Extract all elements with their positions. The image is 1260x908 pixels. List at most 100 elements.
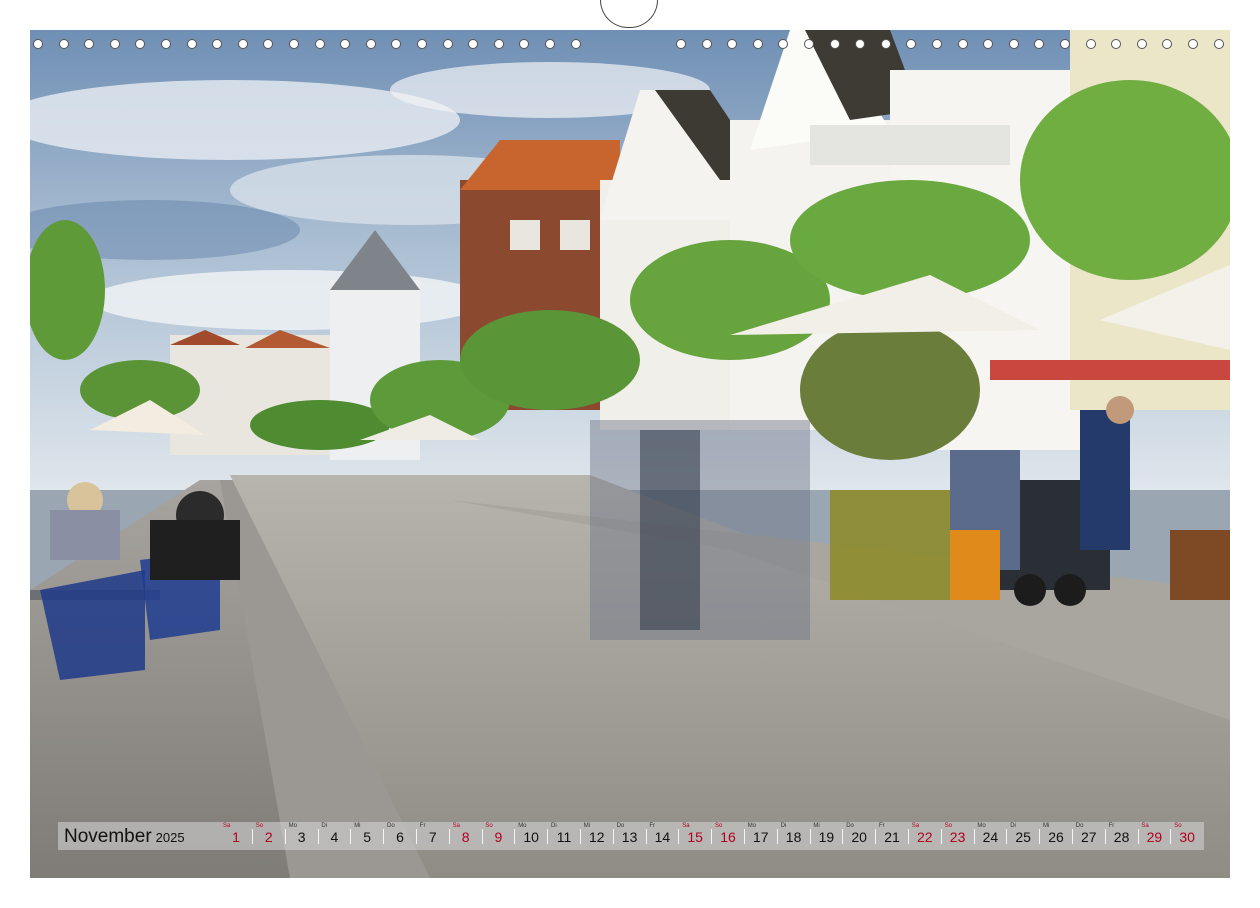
day-number: 19	[818, 829, 835, 845]
binding-hole	[752, 39, 763, 49]
binding-hole	[33, 39, 43, 49]
day-number: 17	[753, 829, 769, 845]
day-number: 11	[556, 829, 572, 845]
day-cell: So 23	[943, 822, 975, 850]
day-cell: Fr 21	[877, 822, 909, 850]
day-number: 12	[589, 829, 605, 845]
day-number: 16	[720, 829, 736, 845]
binding-hole	[570, 39, 581, 49]
day-cell: Sa 1	[221, 822, 253, 850]
binding-hole	[932, 39, 942, 49]
day-number: 29	[1146, 829, 1163, 845]
day-number: 27	[1081, 829, 1097, 845]
binding-hole	[1111, 39, 1122, 49]
day-number: 24	[982, 829, 999, 845]
day-number: 6	[396, 829, 404, 845]
day-number: 5	[363, 829, 372, 845]
day-number: 21	[884, 829, 900, 845]
binding-hole	[829, 39, 840, 49]
binding-hole	[727, 39, 738, 49]
day-number: 3	[297, 829, 306, 845]
day-cell: Mi 26	[1041, 822, 1073, 850]
day-cell: Mo 17	[746, 822, 778, 850]
year-label: 2025	[155, 830, 185, 845]
binding-hole	[493, 39, 504, 49]
binding-hole	[442, 39, 453, 49]
binding-hole	[1008, 39, 1019, 49]
day-cell: Do 13	[615, 822, 647, 850]
binding-hole	[263, 39, 274, 49]
binding-hole	[58, 39, 69, 49]
day-cell: Fr 7	[418, 822, 450, 850]
day-number: 23	[949, 829, 966, 845]
binding-hole	[237, 39, 248, 49]
binding-hole	[957, 39, 968, 49]
day-cell: Sa 22	[910, 822, 942, 850]
day-cell: Fr 14	[647, 822, 680, 850]
day-number: 30	[1179, 829, 1195, 845]
day-number: 22	[917, 829, 933, 845]
calendar-bar: November 2025 Sa 1 So 2 Mo 3 Di 4 Mi 5 Do 6 Fr 7 Sa 8 So 9…	[58, 822, 1204, 850]
binding-holes	[0, 32, 1260, 56]
day-number: 4	[330, 829, 339, 845]
binding-hole	[701, 39, 712, 49]
day-number: 2	[264, 829, 273, 845]
binding-hole	[212, 39, 223, 49]
binding-hole	[545, 39, 555, 49]
binding-hole	[778, 39, 789, 49]
day-cell: Do 20	[844, 822, 877, 850]
day-cell: So 30	[1172, 822, 1204, 850]
day-number: 9	[494, 829, 503, 845]
day-number: 7	[428, 829, 437, 845]
day-cell: Fr 28	[1107, 822, 1139, 850]
calendar-page: November 2025 Sa 1 So 2 Mo 3 Di 4 Mi 5 Do 6 Fr 7 Sa 8 So 9…	[0, 0, 1260, 908]
day-cell: Sa 15	[680, 822, 713, 850]
binding-hole	[1085, 39, 1096, 49]
promenade-photo	[30, 30, 1230, 878]
binding-hole	[186, 39, 197, 49]
day-number: 14	[654, 829, 671, 845]
day-cell: Mi 19	[811, 822, 844, 850]
day-cell: Sa 8	[451, 822, 483, 850]
day-number: 18	[785, 829, 802, 845]
binding-hole	[314, 39, 325, 49]
binding-hole	[1188, 39, 1198, 49]
hanger-notch	[600, 0, 658, 28]
day-number: 15	[687, 829, 703, 845]
binding-hole	[855, 39, 866, 49]
binding-hole	[519, 39, 530, 49]
day-number: 28	[1113, 829, 1130, 845]
binding-hole	[417, 39, 427, 49]
day-cell: Di 18	[779, 822, 811, 850]
day-cell: Mi 5	[352, 822, 385, 850]
day-cell: Di 11	[549, 822, 581, 850]
binding-hole	[906, 39, 917, 49]
binding-hole	[1162, 39, 1173, 49]
day-number: 20	[851, 829, 867, 845]
day-cell: Do 27	[1074, 822, 1106, 850]
binding-hole	[340, 39, 351, 49]
binding-hole	[804, 39, 814, 49]
month-name: November	[64, 826, 152, 847]
binding-hole	[676, 39, 686, 49]
day-number: 8	[461, 829, 470, 845]
day-number: 26	[1048, 829, 1064, 845]
day-cell: Do 6	[385, 822, 417, 850]
binding-hole	[289, 39, 299, 49]
binding-hole	[161, 39, 171, 49]
day-number: 1	[232, 829, 240, 845]
binding-hole	[880, 39, 891, 49]
binding-hole	[365, 39, 376, 49]
binding-hole	[135, 39, 146, 49]
binding-hole	[391, 39, 402, 49]
binding-hole	[983, 39, 994, 49]
day-number: 25	[1015, 829, 1031, 845]
binding-hole	[1060, 39, 1070, 49]
binding-hole	[84, 39, 95, 49]
day-cell: Sa 29	[1139, 822, 1172, 850]
binding-hole	[468, 39, 479, 49]
day-cell: Di 25	[1008, 822, 1041, 850]
day-number: 13	[621, 829, 638, 845]
day-cell: Mo 10	[516, 822, 549, 850]
day-number: 10	[523, 829, 539, 845]
